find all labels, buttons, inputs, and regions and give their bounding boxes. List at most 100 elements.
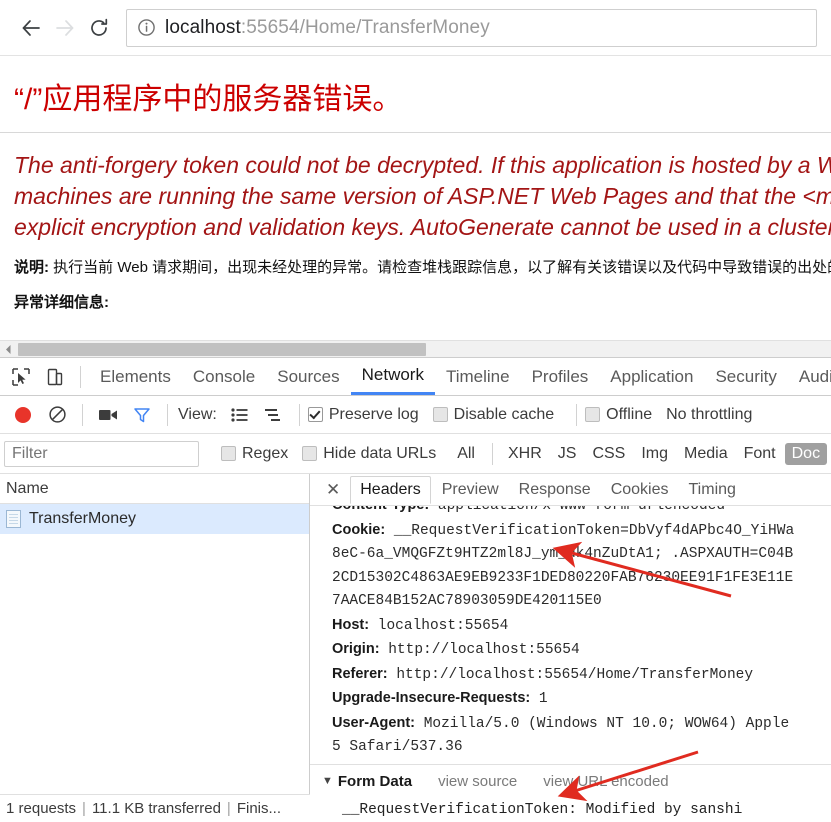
regex-checkbox[interactable] <box>221 446 236 461</box>
form-data-value: Modified by sanshi <box>585 802 743 818</box>
preserve-log-row[interactable]: Preserve log <box>307 405 419 424</box>
header-key: Cookie: <box>332 521 386 538</box>
request-list-header: Name <box>0 474 309 504</box>
preserve-log-label: Preserve log <box>328 405 419 423</box>
filter-input[interactable] <box>4 440 199 467</box>
error-details-label: 异常详细信息: <box>14 294 109 311</box>
offline-checkbox[interactable] <box>585 407 601 422</box>
form-data-header[interactable]: ▼ Form Data view source view URL encoded <box>322 770 831 794</box>
type-filter-doc[interactable]: Doc <box>784 442 828 465</box>
header-value: application/x-www-form-urlencoded <box>437 506 726 514</box>
toolbar-divider-2 <box>82 403 83 426</box>
tab-response[interactable]: Response <box>510 477 600 503</box>
hide-data-urls-checkbox[interactable] <box>302 446 318 461</box>
record-button-icon[interactable] <box>6 398 40 432</box>
form-data-key: __RequestVerificationToken: <box>342 802 577 818</box>
type-filter-css[interactable]: CSS <box>585 443 632 465</box>
triangle-down-icon[interactable]: ▼ <box>322 770 333 794</box>
device-toolbar-icon[interactable] <box>38 360 72 394</box>
header-key: Referer: <box>332 665 388 682</box>
header-upgrade-insecure-requests: Upgrade-Insecure-Requests: 1 <box>332 687 831 712</box>
tab-headers[interactable]: Headers <box>350 476 431 504</box>
disable-cache-row[interactable]: Disable cache <box>432 406 554 424</box>
tab-profiles[interactable]: Profiles <box>521 358 600 395</box>
error-message: The anti-forgery token could not be decr… <box>14 152 831 240</box>
scroll-left-arrow-icon[interactable] <box>0 341 17 358</box>
tab-elements[interactable]: Elements <box>89 358 182 395</box>
header-user-agent: User-Agent: Mozilla/5.0 (Windows NT 10.0… <box>332 712 831 737</box>
tab-preview[interactable]: Preview <box>433 477 508 503</box>
network-statusbar: 1 requests | 11.1 KB transferred | Finis… <box>0 794 310 822</box>
header-value: 5 Safari/537.36 <box>332 739 463 755</box>
throttling-select[interactable]: No throttling <box>666 406 752 424</box>
info-circle-icon[interactable] <box>137 18 156 37</box>
tab-timing[interactable]: Timing <box>680 477 745 503</box>
browser-toolbar: localhost:55654/Home/TransferMoney <box>0 0 831 56</box>
header-key: Host: <box>332 616 370 633</box>
header-value: 2CD15302C4863AE9EB9233F1DED80220FAB76230… <box>332 569 794 586</box>
type-filter-font[interactable]: Font <box>737 443 783 465</box>
preserve-log-checkbox[interactable] <box>307 407 323 422</box>
header-host: Host: localhost:55654 <box>332 614 831 639</box>
header-cookie: Cookie: __RequestVerificationToken=DbVyf… <box>332 519 831 544</box>
url-text: localhost:55654/Home/TransferMoney <box>165 17 490 39</box>
clear-button-icon[interactable] <box>40 398 74 432</box>
type-filter-all[interactable]: All <box>450 443 482 465</box>
header-content-type: Content-Type: application/x-www-form-url… <box>332 506 831 519</box>
header-referer: Referer: http://localhost:55654/Home/Tra… <box>332 663 831 688</box>
tab-security[interactable]: Security <box>704 358 787 395</box>
tab-timeline[interactable]: Timeline <box>435 358 521 395</box>
toolbar-divider-5 <box>576 403 578 426</box>
type-filter-media[interactable]: Media <box>677 443 735 465</box>
disable-cache-checkbox[interactable] <box>432 407 448 422</box>
address-bar[interactable]: localhost:55654/Home/TransferMoney <box>126 8 817 47</box>
capture-screenshots-icon[interactable] <box>91 398 125 432</box>
header-value: localhost:55654 <box>377 617 509 634</box>
regex-label: Regex <box>242 444 289 462</box>
inspect-cursor-icon[interactable] <box>4 360 38 394</box>
tab-cookies[interactable]: Cookies <box>602 477 678 503</box>
close-icon[interactable]: ✕ <box>318 481 348 498</box>
header-cookie-cont-2: 2CD15302C4863AE9EB9233F1DED80220FAB76230… <box>332 567 831 591</box>
reload-button[interactable] <box>82 11 116 45</box>
header-cookie-cont-1: 8eC-6a_VMQGFZt9HTZ2ml8J_ym_uk4nZuDtA1; .… <box>332 543 831 567</box>
header-value: 7AACE84B152AC78903059DE420115E0 <box>332 593 602 609</box>
type-filter-js[interactable]: JS <box>551 443 584 465</box>
header-key: Origin: <box>332 641 380 657</box>
type-filter-img[interactable]: Img <box>634 443 675 465</box>
title-divider <box>0 132 831 133</box>
table-row[interactable]: TransferMoney <box>0 504 309 534</box>
tab-audits[interactable]: Audits <box>788 358 831 395</box>
forward-button[interactable] <box>48 11 82 45</box>
request-name: TransferMoney <box>29 510 136 527</box>
view-waterfall-icon[interactable] <box>257 398 291 432</box>
view-url-encoded-link[interactable]: view URL encoded <box>543 770 668 794</box>
offline-row[interactable]: Offline <box>585 406 652 424</box>
header-value: 8eC-6a_VMQGFZt9HTZ2ml8J_ym_uk4nZuDtA1; .… <box>332 546 794 562</box>
view-list-icon[interactable] <box>223 398 257 432</box>
scrollbar-thumb[interactable] <box>18 342 426 356</box>
header-cookie-cont-3: 7AACE84B152AC78903059DE420115E0 <box>332 590 831 614</box>
tab-console[interactable]: Console <box>182 358 266 395</box>
request-detail: ✕ Headers Preview Response Cookies Timin… <box>310 474 831 822</box>
url-path: :55654/Home/TransferMoney <box>240 16 490 38</box>
page-horizontal-scrollbar[interactable] <box>0 340 831 357</box>
header-value: http://localhost:55654 <box>388 642 580 658</box>
error-description-label: 说明: <box>14 259 49 276</box>
tab-network[interactable]: Network <box>350 358 435 395</box>
header-key: User-Agent: <box>332 714 415 731</box>
request-list: Name TransferMoney <box>0 474 310 822</box>
toolbar-divider <box>80 365 81 388</box>
filter-funnel-icon[interactable] <box>125 398 159 432</box>
type-filter-xhr[interactable]: XHR <box>501 443 549 465</box>
document-icon <box>6 510 21 528</box>
status-sep-2: | <box>226 800 231 817</box>
hide-data-urls-row[interactable]: Hide data URLs <box>302 445 436 463</box>
view-source-link[interactable]: view source <box>438 770 517 794</box>
back-button[interactable] <box>14 11 48 45</box>
regex-row[interactable]: Regex <box>221 445 288 463</box>
error-description: 说明: 执行当前 Web 请求期间，出现未经处理的异常。请检查堆栈跟踪信息，以了… <box>14 256 831 277</box>
tab-application[interactable]: Application <box>599 358 704 395</box>
header-key: Content-Type: <box>332 506 429 513</box>
tab-sources[interactable]: Sources <box>266 358 350 395</box>
